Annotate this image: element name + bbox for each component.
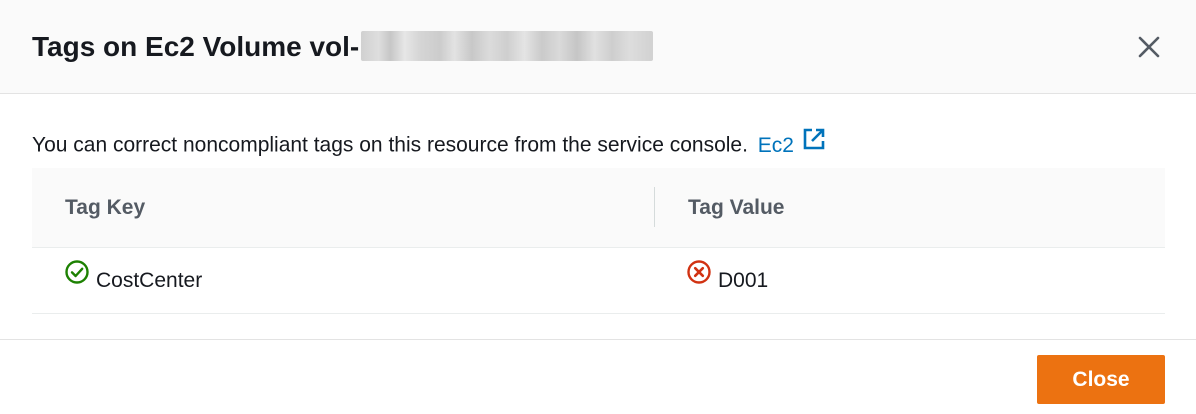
table-header: Tag Key Tag Value	[32, 168, 1165, 248]
table-row: CostCenter D001	[32, 248, 1165, 314]
close-icon[interactable]	[1130, 28, 1168, 66]
modal-body: You can correct noncompliant tags on thi…	[0, 94, 1196, 340]
tag-value-text: D001	[718, 269, 769, 292]
tags-modal: Tags on Ec2 Volume vol- You can correct …	[0, 0, 1196, 414]
external-link-icon[interactable]	[802, 127, 826, 159]
intro-message: You can correct noncompliant tags on thi…	[32, 133, 748, 157]
ec2-console-link[interactable]: Ec2	[758, 134, 794, 157]
error-circle-icon	[686, 246, 712, 312]
redacted-volume-id	[361, 30, 654, 61]
modal-title: Tags on Ec2 Volume vol-	[32, 28, 654, 66]
modal-header: Tags on Ec2 Volume vol-	[0, 0, 1196, 94]
column-header-tag-key: Tag Key	[65, 196, 146, 219]
column-divider	[654, 187, 655, 227]
tags-table: Tag Key Tag Value CostCenter D001	[32, 168, 1165, 314]
check-circle-icon	[64, 246, 90, 312]
column-header-tag-value: Tag Value	[688, 196, 785, 219]
intro-text: You can correct noncompliant tags on thi…	[32, 127, 826, 162]
tag-value-cell: D001	[686, 248, 768, 314]
modal-footer: Close	[0, 340, 1196, 414]
modal-title-text: Tags on Ec2 Volume vol-	[32, 31, 360, 62]
tag-key-cell: CostCenter	[64, 248, 202, 314]
close-button[interactable]: Close	[1037, 355, 1165, 404]
tag-key-text: CostCenter	[96, 269, 203, 292]
